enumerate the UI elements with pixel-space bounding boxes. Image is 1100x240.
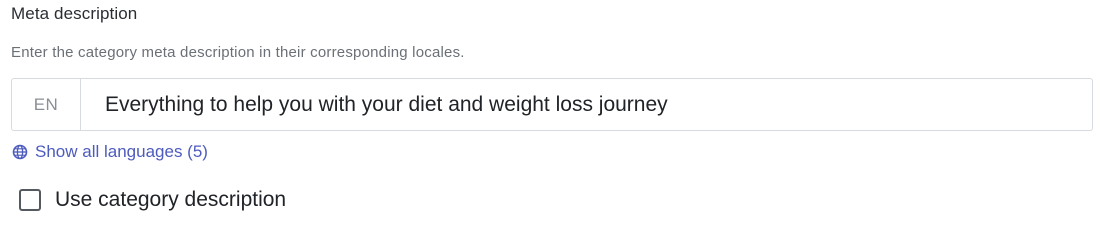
meta-description-label: Meta description <box>11 4 138 23</box>
globe-icon <box>12 144 28 160</box>
meta-description-help-text: Enter the category meta description in t… <box>11 44 465 61</box>
meta-description-input-row: EN <box>11 78 1093 131</box>
use-category-description-label: Use category description <box>55 188 287 211</box>
use-category-description-row[interactable]: Use category description <box>19 188 286 212</box>
show-all-languages-label: Show all languages (5) <box>35 142 208 161</box>
locale-prefix: EN <box>12 79 81 130</box>
meta-description-input[interactable] <box>81 79 1092 130</box>
show-all-languages-link[interactable]: Show all languages (5) <box>12 142 208 162</box>
use-category-description-checkbox[interactable] <box>19 189 41 211</box>
